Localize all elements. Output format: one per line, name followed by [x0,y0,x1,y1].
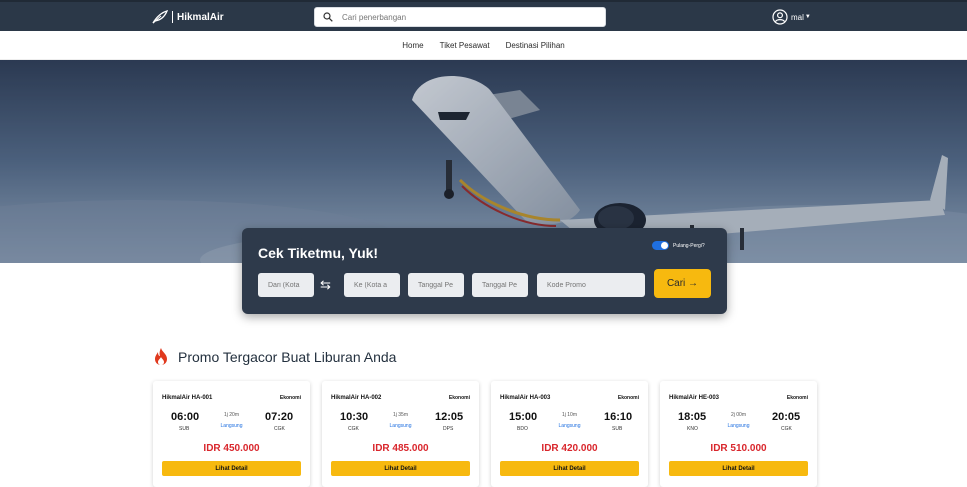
feather-icon [152,10,168,24]
promo-title: Promo Tergacor Buat Liburan Anda [178,348,397,365]
flight-price: IDR 450.000 [203,443,260,454]
promo-card: HikmalAir HA-001 Ekonomi 06:00 SUB 1j 20… [153,381,310,487]
flight-number: HikmalAir HE-003 [669,395,720,401]
flight-class: Ekonomi [279,395,301,401]
nav-item-tiket-pesawat[interactable]: Tiket Pesawat [440,41,490,50]
flight-type: Langsung [558,423,581,429]
flight-class: Ekonomi [448,395,470,401]
depart-date-input[interactable] [408,273,464,297]
promo-card: HikmalAir HA-002 Ekonomi 10:30 CGK 1j 35… [322,381,479,487]
brand-logo[interactable]: HikmalAir [152,9,224,25]
promo-section-header: Promo Tergacor Buat Liburan Anda [153,347,396,366]
search-bar[interactable] [314,7,606,27]
user-name: mal [791,12,804,22]
flight-type: Langsung [220,423,243,429]
view-detail-button[interactable]: Lihat Detail [500,461,639,476]
flight-type: Langsung [389,423,412,429]
logo-divider [172,11,173,23]
brand-name: HikmalAir [177,11,224,23]
flight-number: HikmalAir HA-001 [162,395,213,401]
arrive-airport: SUB [612,426,623,432]
view-detail-button[interactable]: Lihat Detail [669,461,808,476]
flight-class: Ekonomi [786,395,808,401]
arrive-time: 16:10 [604,411,633,423]
flight-class: Ekonomi [617,395,639,401]
promo-card: HikmalAir HA-003 Ekonomi 15:00 BDO 1j 10… [491,381,648,487]
search-input[interactable] [342,12,582,22]
flight-price: IDR 485.000 [372,443,429,454]
search-icon [323,12,333,22]
promo-card: HikmalAir HE-003 Ekonomi 18:05 KNO 2j 00… [660,381,817,487]
to-city-input[interactable] [344,273,400,297]
return-date-input[interactable] [472,273,528,297]
round-trip-label: Pulang-Pergi? [673,242,705,249]
flight-number: HikmalAir HA-002 [331,395,382,401]
from-city-input[interactable] [258,273,314,297]
search-card-title: Cek Tiketmu, Yuk! [258,245,379,261]
fire-icon [155,348,167,365]
arrive-airport: CGK [781,426,792,432]
promo-code-input[interactable] [537,273,645,297]
view-detail-button[interactable]: Lihat Detail [331,461,470,476]
swap-arrows-icon[interactable]: ⇆ [320,277,331,293]
arrive-airport: DPS [443,426,454,432]
nav-item-destinasi-pilihan[interactable]: Destinasi Pilihan [506,41,565,50]
nav-item-home[interactable]: Home [402,41,423,50]
round-trip-toggle-group[interactable]: Pulang-Pergi? [652,241,705,250]
arrive-airport: CGK [274,426,285,432]
main-nav: Home Tiket Pesawat Destinasi Pilihan [0,31,967,60]
user-circle-icon [772,9,788,25]
flight-number: HikmalAir HA-003 [500,395,551,401]
user-menu[interactable]: mal ▼ [772,9,811,25]
top-navbar: HikmalAir mal ▼ [0,0,967,31]
arrive-time: 20:05 [772,411,801,423]
arrive-time: 12:05 [435,411,464,423]
search-flights-button[interactable]: Cari → [654,269,711,298]
flight-search-card: Cek Tiketmu, Yuk! Pulang-Pergi? ⇆ Cari → [242,228,727,314]
flight-price: IDR 510.000 [710,443,767,454]
round-trip-toggle[interactable] [652,241,669,250]
arrive-time: 07:20 [265,411,294,423]
view-detail-button[interactable]: Lihat Detail [162,461,301,476]
flight-type: Langsung [727,423,750,429]
chevron-down-icon: ▼ [804,14,811,20]
flight-price: IDR 420.000 [541,443,598,454]
